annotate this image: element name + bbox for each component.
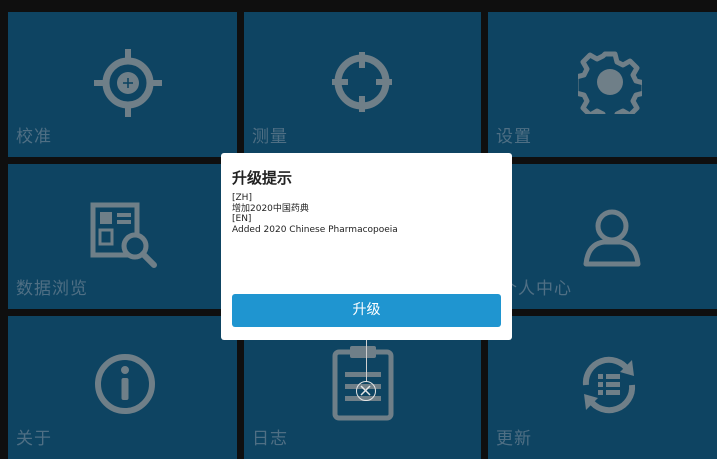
tile-about[interactable]: 关于 <box>8 316 237 459</box>
crosshair-target-icon <box>92 47 164 119</box>
tile-measure[interactable]: 测量 <box>244 12 481 157</box>
tile-update[interactable]: 更新 <box>488 316 717 459</box>
tile-settings[interactable]: 设置 <box>488 12 717 157</box>
dialog-line-en-text: Added 2020 Chinese Pharmacopoeia <box>232 224 398 235</box>
tile-personal-center[interactable]: 个人中心 <box>488 164 717 309</box>
user-icon <box>580 204 644 268</box>
data-browse-icon <box>90 202 160 272</box>
dialog-line-zh-tag: [ZH] <box>232 193 252 203</box>
dialog-title: 升级提示 <box>232 169 293 187</box>
close-connector-line <box>366 340 367 382</box>
upgrade-dialog: 升级提示 [ZH] 增加2020中国药典 [EN] Added 2020 Chi… <box>221 153 512 340</box>
info-icon <box>93 352 157 416</box>
crosshair-circle-icon <box>330 50 394 114</box>
dialog-line-zh-text: 增加2020中国药典 <box>232 203 309 214</box>
close-icon <box>360 385 371 396</box>
dialog-message: [ZH] 增加2020中国药典 [EN] Added 2020 Chinese … <box>232 193 502 235</box>
tile-label-settings: 设置 <box>496 127 532 147</box>
tile-label-measure: 测量 <box>252 127 288 147</box>
close-dialog-button[interactable] <box>356 381 376 401</box>
tile-label-update: 更新 <box>496 429 532 449</box>
dialog-line-en-tag: [EN] <box>232 214 252 224</box>
tile-label-log: 日志 <box>252 429 288 449</box>
upgrade-button[interactable]: 升级 <box>232 294 501 327</box>
tile-label-calibration: 校准 <box>16 127 52 147</box>
tile-data-browse[interactable]: 数据浏览 <box>8 164 237 309</box>
tile-label-about: 关于 <box>16 429 52 449</box>
tile-label-data-browse: 数据浏览 <box>16 279 88 299</box>
update-list-icon <box>576 352 642 418</box>
gear-icon <box>578 50 642 114</box>
tile-calibration[interactable]: 校准 <box>8 12 237 157</box>
